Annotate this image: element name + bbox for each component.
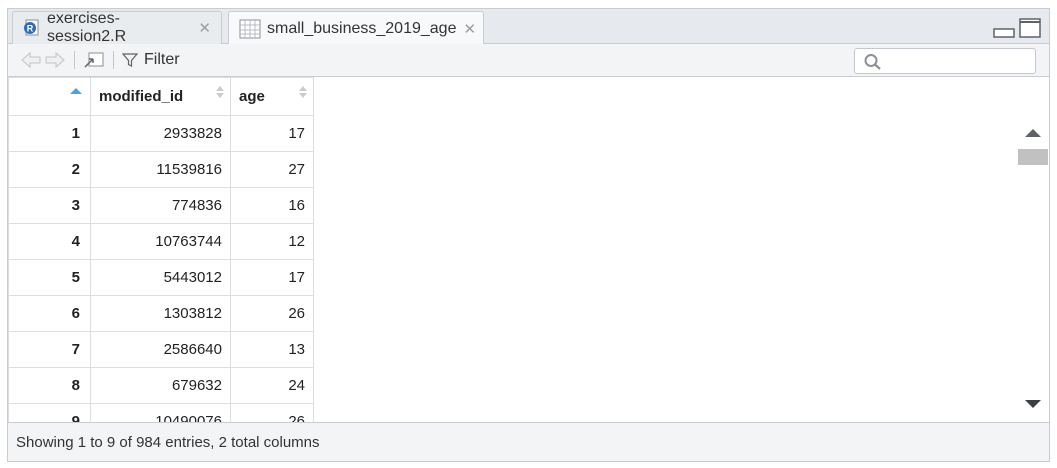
sort-ascending-icon bbox=[70, 88, 82, 94]
row-number: 2 bbox=[8, 151, 91, 188]
tab-small-business-2019-age[interactable]: small_business_2019_age ✕ bbox=[228, 11, 484, 45]
tab-bar: R exercises-session2.R ✕ small_business_… bbox=[8, 9, 1049, 45]
funnel-icon bbox=[122, 52, 138, 68]
cell-age: 17 bbox=[230, 115, 314, 152]
minimize-icon[interactable] bbox=[993, 25, 1015, 42]
cell-age: 24 bbox=[230, 367, 314, 404]
cell-modified-id: 5443012 bbox=[90, 259, 231, 296]
table-row[interactable]: 2 11539816 27 bbox=[8, 151, 314, 188]
filter-label: Filter bbox=[144, 51, 180, 68]
table-row[interactable]: 7 2586640 13 bbox=[8, 331, 314, 368]
row-number: 7 bbox=[8, 331, 91, 368]
cell-modified-id: 774836 bbox=[90, 187, 231, 224]
toolbar-separator bbox=[74, 51, 75, 69]
svg-text:R: R bbox=[27, 24, 34, 34]
cell-modified-id: 2586640 bbox=[90, 331, 231, 368]
table-row[interactable]: 4 10763744 12 bbox=[8, 223, 314, 260]
cell-age: 16 bbox=[230, 187, 314, 224]
close-icon[interactable]: ✕ bbox=[463, 20, 476, 38]
scroll-down-arrow-icon[interactable] bbox=[1025, 400, 1041, 408]
cell-modified-id: 10763744 bbox=[90, 223, 231, 260]
cell-age: 26 bbox=[230, 295, 314, 332]
cell-modified-id: 2933828 bbox=[90, 115, 231, 152]
table-row[interactable]: 1 2933828 17 bbox=[8, 115, 314, 152]
cell-age: 17 bbox=[230, 259, 314, 296]
tab-label: small_business_2019_age bbox=[267, 19, 457, 37]
scroll-up-arrow-icon[interactable] bbox=[1025, 129, 1041, 137]
cell-age: 12 bbox=[230, 223, 314, 260]
scrollbar-thumb[interactable] bbox=[1018, 149, 1048, 165]
row-number: 8 bbox=[8, 367, 91, 404]
table-row[interactable]: 5 5443012 17 bbox=[8, 259, 314, 296]
open-in-new-window-icon[interactable] bbox=[83, 50, 105, 70]
forward-arrow-icon[interactable] bbox=[44, 51, 66, 69]
toolbar-separator bbox=[113, 51, 114, 69]
maximize-icon[interactable] bbox=[1019, 18, 1041, 42]
column-header-label: age bbox=[239, 88, 265, 105]
data-table: modified_id age 1 2933828 17 2 11539816 27 3… bbox=[8, 77, 314, 422]
back-arrow-icon[interactable] bbox=[20, 51, 42, 69]
tab-label: exercises-session2.R bbox=[47, 10, 127, 45]
cell-modified-id: 11539816 bbox=[90, 151, 231, 188]
row-number: 5 bbox=[8, 259, 91, 296]
header-row: modified_id age bbox=[8, 77, 314, 116]
row-number: 9 bbox=[8, 403, 91, 422]
row-number: 4 bbox=[8, 223, 91, 260]
cell-modified-id: 10490076 bbox=[90, 403, 231, 422]
column-header-age[interactable]: age bbox=[230, 77, 314, 116]
tab-exercises-session2[interactable]: R exercises-session2.R ✕ bbox=[12, 10, 222, 45]
row-number: 1 bbox=[8, 115, 91, 152]
column-header-rownum[interactable] bbox=[8, 77, 91, 116]
table-row[interactable]: 3 774836 16 bbox=[8, 187, 314, 224]
row-number: 3 bbox=[8, 187, 91, 224]
search-icon bbox=[864, 54, 881, 70]
status-bar: Showing 1 to 9 of 984 entries, 2 total c… bbox=[8, 422, 1049, 461]
close-icon[interactable]: ✕ bbox=[198, 19, 211, 37]
search-input[interactable] bbox=[854, 48, 1036, 74]
table-row[interactable]: 8 679632 24 bbox=[8, 367, 314, 404]
cell-age: 13 bbox=[230, 331, 314, 368]
entries-status-text: Showing 1 to 9 of 984 entries, 2 total c… bbox=[16, 433, 320, 451]
table-row[interactable]: 9 10490076 26 bbox=[8, 403, 314, 422]
data-grid: modified_id age 1 2933828 17 2 11539816 27 3… bbox=[8, 77, 1049, 422]
table-icon bbox=[239, 19, 261, 39]
sort-icon bbox=[216, 86, 224, 98]
toolbar: Filter bbox=[8, 44, 1049, 77]
data-viewer-pane: R exercises-session2.R ✕ small_business_… bbox=[7, 8, 1050, 462]
cell-age: 27 bbox=[230, 151, 314, 188]
cell-age: 26 bbox=[230, 403, 314, 422]
sort-icon bbox=[299, 86, 307, 98]
cell-modified-id: 679632 bbox=[90, 367, 231, 404]
row-number: 6 bbox=[8, 295, 91, 332]
column-header-label: modified_id bbox=[99, 88, 184, 105]
cell-modified-id: 1303812 bbox=[90, 295, 231, 332]
r-file-icon: R bbox=[23, 19, 41, 37]
table-row[interactable]: 6 1303812 26 bbox=[8, 295, 314, 332]
filter-button[interactable]: Filter bbox=[122, 51, 180, 69]
column-header-modified-id[interactable]: modified_id bbox=[90, 77, 231, 116]
vertical-scrollbar[interactable] bbox=[1016, 116, 1048, 422]
window-controls bbox=[993, 18, 1041, 42]
